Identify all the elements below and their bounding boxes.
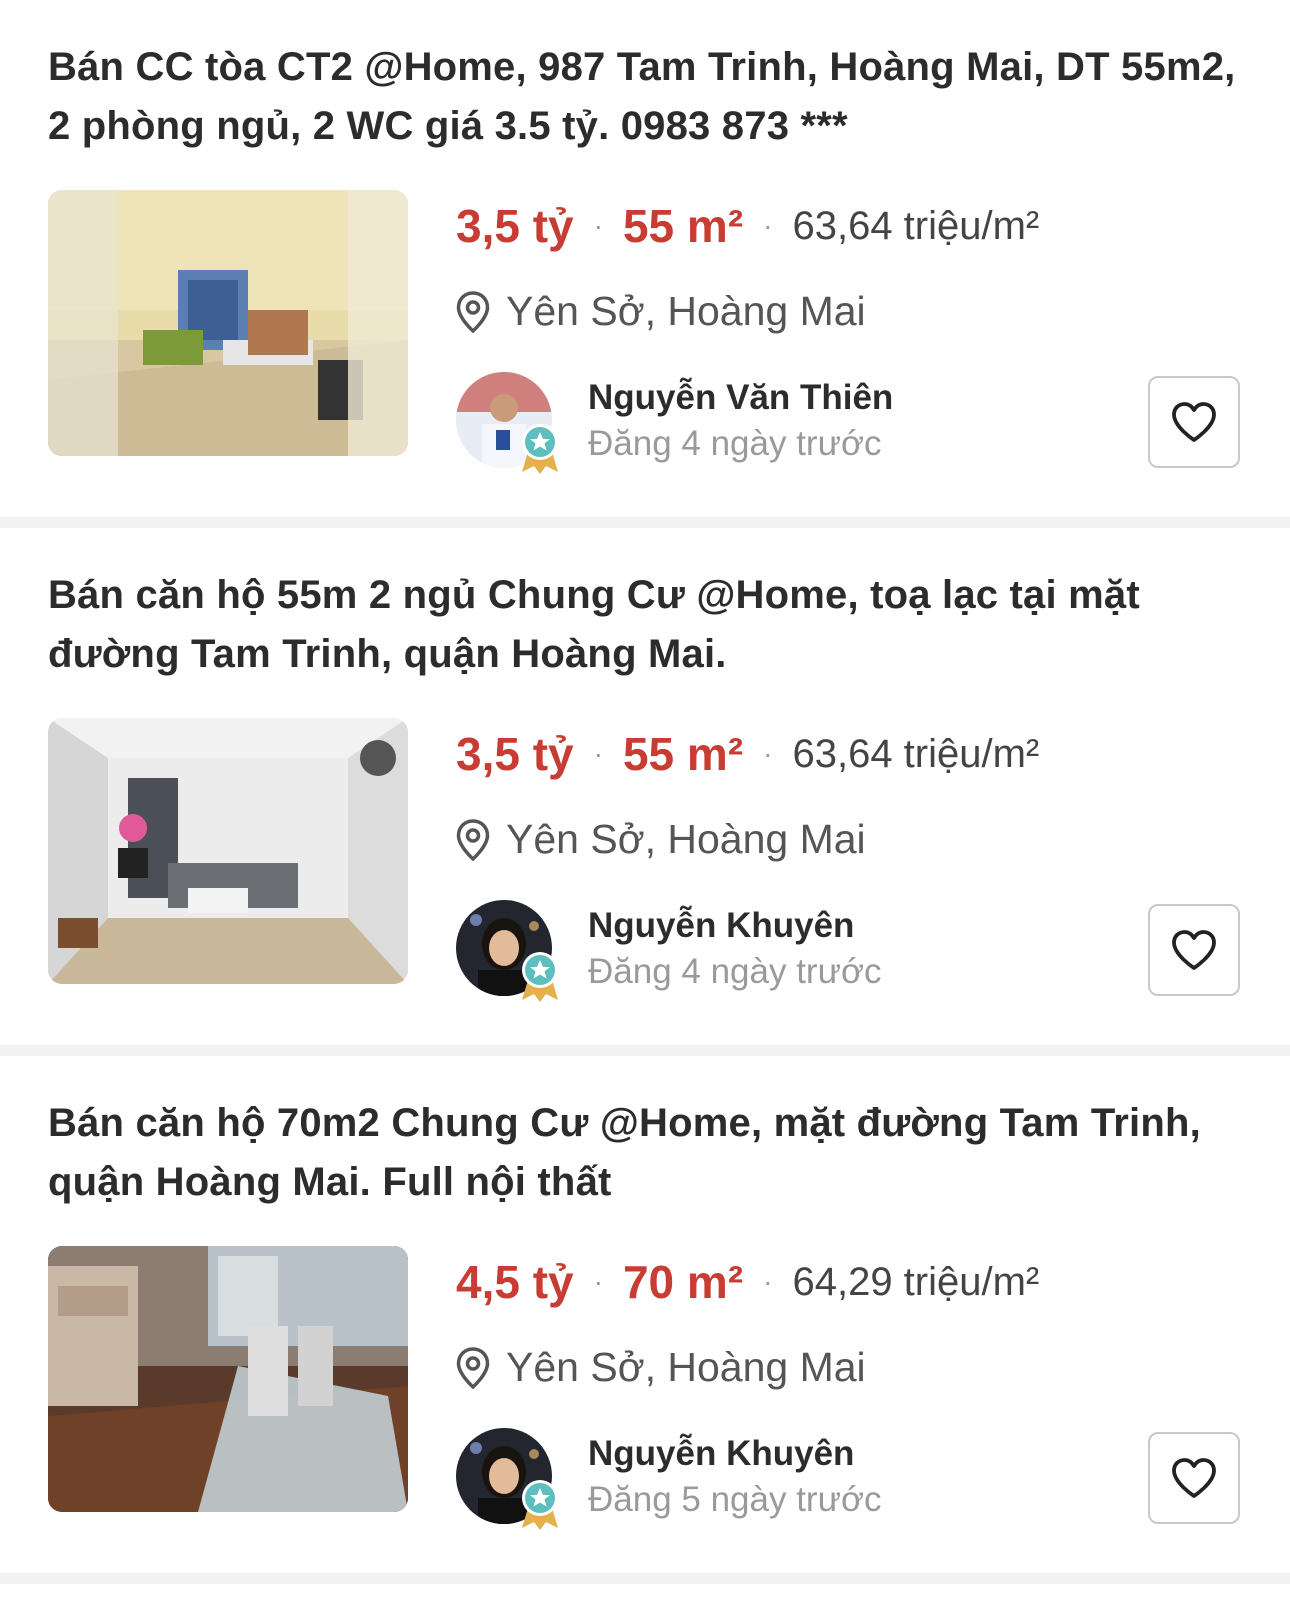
separator-dot: · bbox=[763, 210, 773, 241]
separator-dot: · bbox=[593, 210, 603, 241]
listing-stats: 4,5 tỷ · 70 m² · 64,29 triệu/m² bbox=[456, 1252, 1039, 1312]
posted-time: Đăng 5 ngày trước bbox=[588, 1480, 882, 1519]
listing-price-per-m2: 63,64 triệu/m² bbox=[792, 731, 1040, 776]
verified-badge-icon bbox=[522, 1480, 558, 1530]
separator-dot: · bbox=[593, 1266, 603, 1297]
location-pin-icon bbox=[456, 818, 490, 861]
listing-separator bbox=[0, 1045, 1290, 1056]
listing-card[interactable]: Bán CC tòa CT2 @Home, 987 Tam Trinh, Hoà… bbox=[0, 0, 1290, 517]
heart-outline-icon bbox=[1172, 402, 1216, 442]
agent-name[interactable]: Nguyễn Văn Thiên bbox=[588, 378, 893, 418]
listing-card[interactable]: Bán căn hộ 70m2 Chung Cư @Home, mặt đườn… bbox=[0, 1056, 1290, 1573]
listing-location: Yên Sở, Hoàng Mai bbox=[456, 1344, 866, 1391]
listing-stats: 3,5 tỷ · 55 m² · 63,64 triệu/m² bbox=[456, 196, 1039, 256]
listing-area: 55 m² bbox=[622, 728, 744, 780]
listing-area: 55 m² bbox=[622, 200, 744, 252]
listing-photo[interactable] bbox=[48, 190, 408, 456]
listing-location: Yên Sở, Hoàng Mai bbox=[456, 288, 866, 335]
listing-price: 3,5 tỷ bbox=[456, 200, 574, 252]
separator-dot: · bbox=[763, 1266, 773, 1297]
favorite-button[interactable] bbox=[1148, 1432, 1240, 1524]
location-text: Yên Sở, Hoàng Mai bbox=[506, 1344, 866, 1390]
listing-price-per-m2: 63,64 triệu/m² bbox=[792, 203, 1040, 248]
separator-dot: · bbox=[593, 738, 603, 769]
listing-area: 70 m² bbox=[622, 1256, 744, 1308]
listing-price: 4,5 tỷ bbox=[456, 1256, 574, 1308]
heart-outline-icon bbox=[1172, 930, 1216, 970]
heart-outline-icon bbox=[1172, 1458, 1216, 1498]
listing-title[interactable]: Bán CC tòa CT2 @Home, 987 Tam Trinh, Hoà… bbox=[48, 38, 1248, 156]
favorite-button[interactable] bbox=[1148, 904, 1240, 996]
listing-title[interactable]: Bán căn hộ 55m 2 ngủ Chung Cư @Home, toạ… bbox=[48, 566, 1248, 684]
agent-name[interactable]: Nguyễn Khuyên bbox=[588, 906, 854, 946]
listing-photo[interactable] bbox=[48, 718, 408, 984]
listing-price: 3,5 tỷ bbox=[456, 728, 574, 780]
verified-badge-icon bbox=[522, 952, 558, 1002]
listing-separator bbox=[0, 517, 1290, 528]
favorite-button[interactable] bbox=[1148, 376, 1240, 468]
posted-time: Đăng 4 ngày trước bbox=[588, 952, 882, 991]
location-text: Yên Sở, Hoàng Mai bbox=[506, 288, 866, 334]
location-pin-icon bbox=[456, 290, 490, 333]
location-text: Yên Sở, Hoàng Mai bbox=[506, 816, 866, 862]
listing-separator bbox=[0, 1573, 1290, 1584]
listing-title[interactable]: Bán căn hộ 70m2 Chung Cư @Home, mặt đườn… bbox=[48, 1094, 1248, 1212]
agent-info[interactable]: Nguyễn Khuyên Đăng 4 ngày trước bbox=[456, 900, 1256, 1002]
location-pin-icon bbox=[456, 1346, 490, 1389]
listing-list: Bán CC tòa CT2 @Home, 987 Tam Trinh, Hoà… bbox=[0, 0, 1290, 1584]
verified-badge-icon bbox=[522, 424, 558, 474]
listing-stats: 3,5 tỷ · 55 m² · 63,64 triệu/m² bbox=[456, 724, 1039, 784]
agent-name[interactable]: Nguyễn Khuyên bbox=[588, 1434, 854, 1474]
listing-photo[interactable] bbox=[48, 1246, 408, 1512]
listing-price-per-m2: 64,29 triệu/m² bbox=[792, 1259, 1040, 1304]
listing-card[interactable]: Bán căn hộ 55m 2 ngủ Chung Cư @Home, toạ… bbox=[0, 528, 1290, 1045]
agent-info[interactable]: Nguyễn Khuyên Đăng 5 ngày trước bbox=[456, 1428, 1256, 1530]
separator-dot: · bbox=[763, 738, 773, 769]
listing-location: Yên Sở, Hoàng Mai bbox=[456, 816, 866, 863]
agent-info[interactable]: Nguyễn Văn Thiên Đăng 4 ngày trước bbox=[456, 372, 1256, 474]
posted-time: Đăng 4 ngày trước bbox=[588, 424, 882, 463]
